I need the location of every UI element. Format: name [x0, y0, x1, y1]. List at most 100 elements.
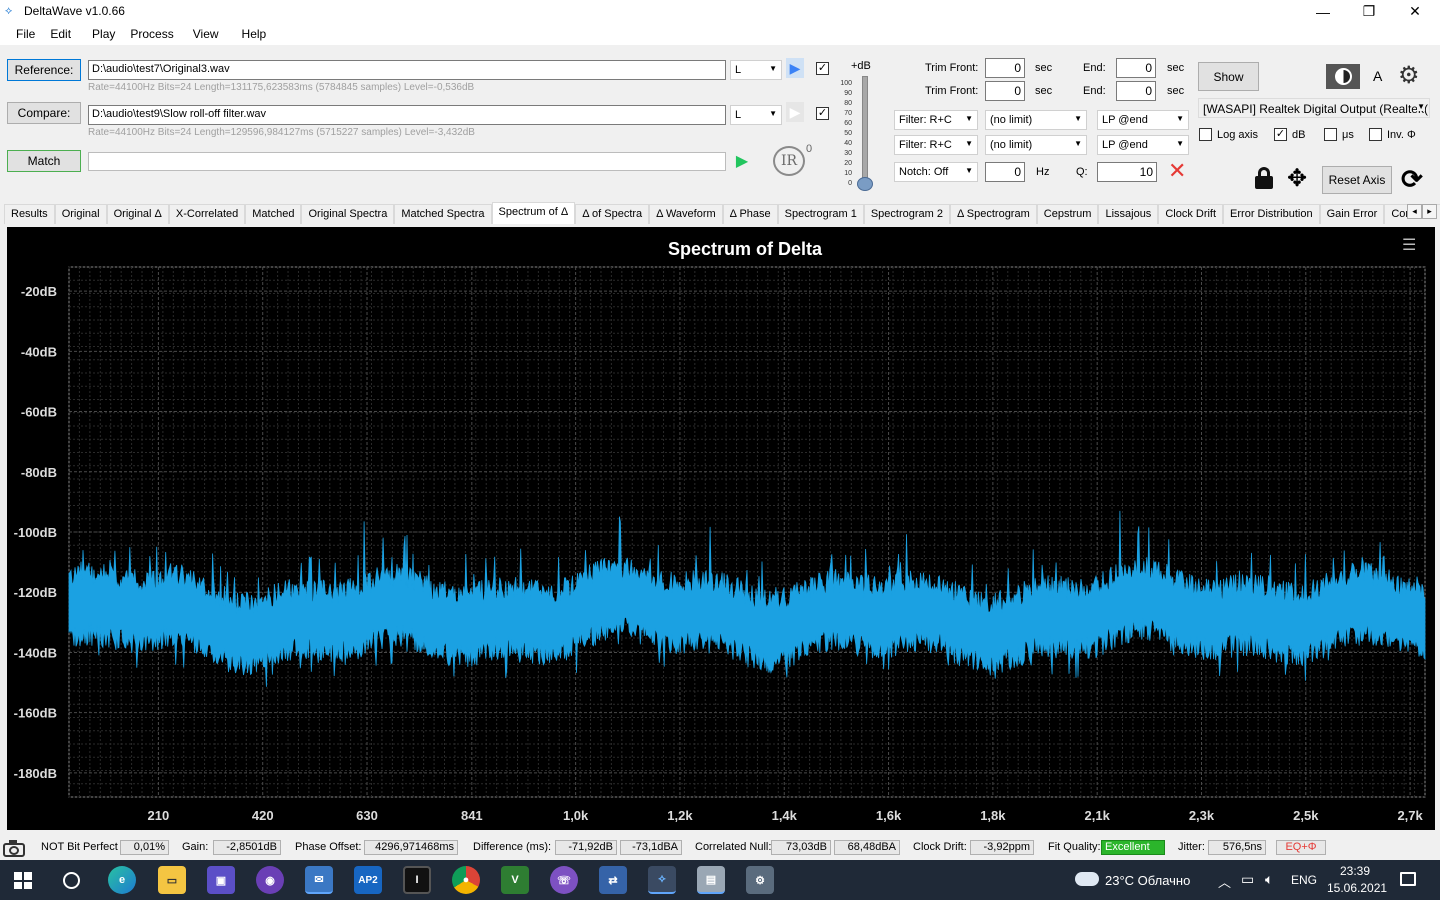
- edge-browser-icon[interactable]: e: [108, 866, 136, 894]
- jetbrains-app-icon[interactable]: I: [403, 866, 431, 894]
- weather-cloud-icon[interactable]: [1075, 872, 1099, 886]
- reference-trim-end-input[interactable]: 0: [1116, 58, 1156, 78]
- filter2-type-select[interactable]: Filter: R+C ▼: [894, 135, 978, 155]
- menu-process[interactable]: Process: [124, 23, 182, 45]
- network-tray-icon[interactable]: ▭: [1241, 871, 1254, 888]
- tab-waveform[interactable]: Δ Waveform: [649, 204, 723, 224]
- play-reference-button[interactable]: ▶: [786, 58, 804, 78]
- tab-spectrogram[interactable]: Δ Spectrogram: [949, 204, 1037, 224]
- tab-matched-spectra[interactable]: Matched Spectra: [394, 204, 492, 224]
- audio-app-icon[interactable]: ◉: [256, 866, 284, 894]
- minimize-button[interactable]: —: [1300, 0, 1346, 23]
- menu-edit[interactable]: Edit: [44, 23, 80, 45]
- tab-spectrogram-1[interactable]: Spectrogram 1: [777, 204, 864, 224]
- notifications-icon[interactable]: [1400, 872, 1416, 886]
- reference-channel-select[interactable]: L ▼: [730, 60, 782, 80]
- menu-help[interactable]: Help: [228, 23, 276, 45]
- tab-gain-error[interactable]: Gain Error: [1319, 204, 1385, 224]
- reset-axis-button[interactable]: Reset Axis: [1322, 166, 1392, 194]
- reference-enable-checkbox[interactable]: ✓: [816, 62, 829, 75]
- language-indicator[interactable]: ENG: [1291, 873, 1317, 887]
- vs-app-icon[interactable]: V: [501, 866, 529, 894]
- invert-phase-checkbox[interactable]: [1369, 128, 1382, 141]
- compare-enable-checkbox[interactable]: ✓: [816, 107, 829, 120]
- clear-filters-icon[interactable]: ✕: [1168, 159, 1186, 183]
- menu-view[interactable]: View: [183, 23, 228, 45]
- tab-lissajous[interactable]: Lissajous: [1098, 204, 1159, 224]
- volume-slider-thumb[interactable]: [857, 177, 873, 191]
- play-matched-button[interactable]: ▶: [733, 151, 751, 171]
- tab-x-correlated[interactable]: X-Correlated: [168, 204, 246, 224]
- tab-clock-drift[interactable]: Clock Drift: [1158, 204, 1224, 224]
- chart-panel[interactable]: Spectrum of Delta -20dB -40dB -60dB -80dB -10…: [7, 227, 1435, 830]
- tab-spectrum-of[interactable]: Spectrum of Δ: [491, 202, 576, 224]
- maximize-button[interactable]: ❐: [1346, 0, 1392, 23]
- windows-start-icon[interactable]: [14, 872, 32, 889]
- camera-icon[interactable]: [3, 840, 25, 857]
- compare-trim-end-input[interactable]: 0: [1116, 81, 1156, 101]
- output-device-select[interactable]: [WASAPI] Realtek Digital Output (Realtek…: [1198, 98, 1430, 118]
- reference-trim-front-input[interactable]: 0: [985, 58, 1025, 78]
- compare-channel-select[interactable]: L ▼: [730, 105, 782, 125]
- volume-tray-icon[interactable]: 🔈︎: [1265, 871, 1273, 888]
- search-circle-icon[interactable]: [63, 872, 80, 889]
- tools-app-icon[interactable]: ⚙: [746, 866, 774, 894]
- tab-original[interactable]: Original Δ: [106, 204, 169, 224]
- menu-file[interactable]: File: [0, 23, 44, 45]
- show-button[interactable]: Show: [1198, 62, 1259, 91]
- tab-error-distribution[interactable]: Error Distribution: [1223, 204, 1320, 224]
- filter2-limit-select[interactable]: (no limit) ▼: [985, 135, 1087, 155]
- lock-icon[interactable]: [1254, 167, 1274, 189]
- tab-results[interactable]: Results: [4, 204, 55, 224]
- tab-scroll-left-button[interactable]: ◂: [1407, 204, 1422, 219]
- us-checkbox[interactable]: [1324, 128, 1337, 141]
- match-button[interactable]: Match: [7, 150, 81, 172]
- tab-of-spectra[interactable]: Δ of Spectra: [575, 204, 650, 224]
- notch-select[interactable]: Notch: Off ▼: [894, 162, 978, 182]
- tray-expand-icon[interactable]: ︿: [1218, 872, 1231, 891]
- clock-date[interactable]: 15.06.2021: [1327, 881, 1387, 895]
- menu-play[interactable]: Play: [80, 23, 124, 45]
- spectrum-chart[interactable]: Spectrum of Delta -20dB -40dB -60dB -80dB -10…: [7, 227, 1435, 830]
- eq-indicator[interactable]: EQ+Φ: [1276, 840, 1326, 855]
- settings-gear-icon[interactable]: ⚙: [1398, 62, 1420, 90]
- filter2-lp-select[interactable]: LP @end ▼: [1097, 135, 1189, 155]
- tab-scroll-right-button[interactable]: ▸: [1422, 204, 1437, 219]
- network-app-icon[interactable]: ⇄: [599, 866, 627, 894]
- scanner-app-icon[interactable]: ▤: [697, 866, 725, 894]
- compare-trim-front-input[interactable]: 0: [985, 81, 1025, 101]
- log-axis-checkbox[interactable]: [1199, 128, 1212, 141]
- compare-button[interactable]: Compare:: [7, 102, 81, 124]
- tab-original[interactable]: Original: [54, 204, 107, 224]
- tab-original-spectra[interactable]: Original Spectra: [301, 204, 395, 224]
- filter1-lp-select[interactable]: LP @end ▼: [1097, 110, 1189, 130]
- a-weighting-toggle[interactable]: A: [1373, 68, 1382, 84]
- q-input[interactable]: 10: [1097, 162, 1157, 182]
- tab-matched[interactable]: Matched: [245, 204, 302, 224]
- tab-cepstrum[interactable]: Cepstrum: [1036, 204, 1099, 224]
- filter1-limit-select[interactable]: (no limit) ▼: [985, 110, 1087, 130]
- notch-hz-input[interactable]: 0: [985, 162, 1025, 182]
- pan-move-icon[interactable]: ✥: [1287, 166, 1307, 192]
- weather-text[interactable]: 23°C Облачно: [1105, 873, 1190, 888]
- clock-time[interactable]: 23:39: [1340, 864, 1370, 878]
- filter1-type-select[interactable]: Filter: R+C ▼: [894, 110, 978, 130]
- compare-path-input[interactable]: D:\audio\test9\Slow roll-off filter.wav: [88, 105, 726, 125]
- refresh-icon[interactable]: ⟳: [1401, 164, 1423, 194]
- reference-path-input[interactable]: D:\audio\test7\Original3.wav: [88, 60, 726, 80]
- chrome-browser-icon[interactable]: ●: [452, 866, 480, 894]
- viber-app-icon[interactable]: ☏: [550, 866, 578, 894]
- db-checkbox[interactable]: ✓: [1274, 128, 1287, 141]
- file-explorer-icon[interactable]: ▭: [158, 866, 186, 894]
- chart-settings-icon[interactable]: ☰: [1402, 237, 1416, 255]
- reference-button[interactable]: Reference:: [7, 59, 81, 81]
- ap2-app-icon[interactable]: AP2: [354, 866, 382, 894]
- mail-app-icon[interactable]: ✉: [305, 866, 333, 894]
- theme-toggle-icon[interactable]: [1326, 64, 1360, 89]
- tab-phase[interactable]: Δ Phase: [722, 204, 778, 224]
- close-button[interactable]: ✕: [1392, 0, 1438, 23]
- save-disk-icon[interactable]: ▣: [207, 866, 235, 894]
- ir-button[interactable]: IR: [773, 146, 805, 176]
- play-compare-button[interactable]: ▶: [786, 102, 804, 122]
- tab-spectrogram-2[interactable]: Spectrogram 2: [863, 204, 950, 224]
